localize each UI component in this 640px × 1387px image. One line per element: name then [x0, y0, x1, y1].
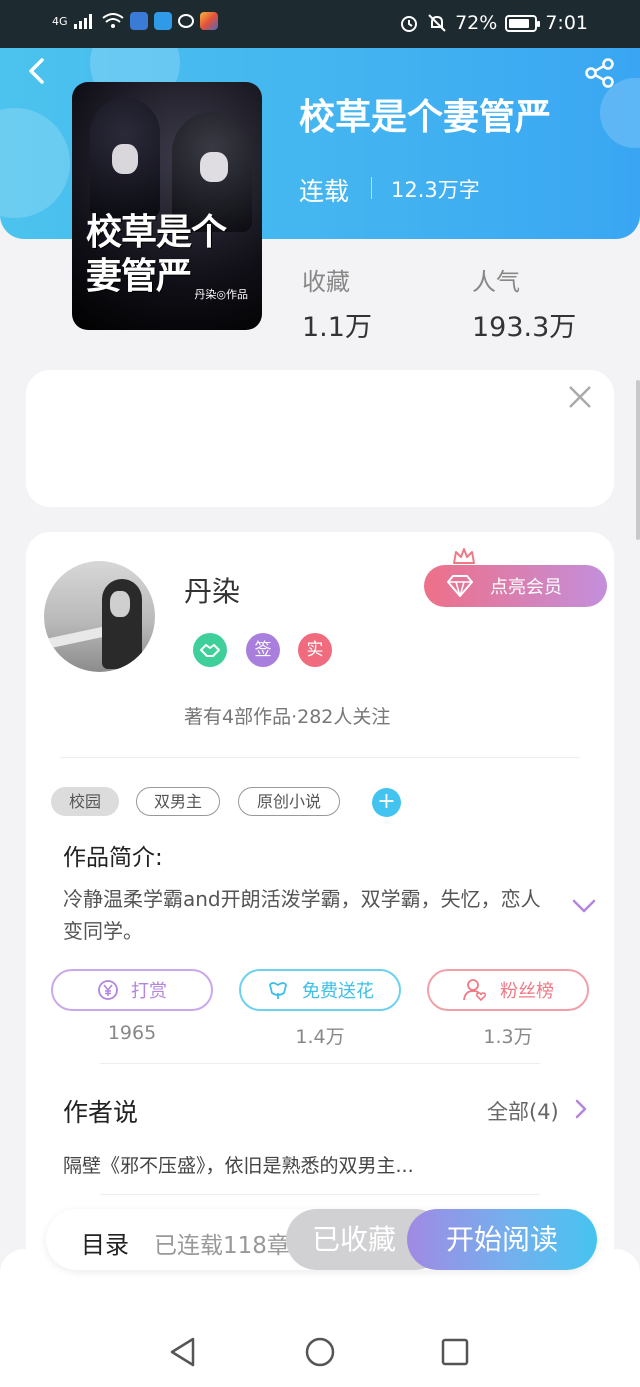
vip-label: 点亮会员	[490, 577, 562, 598]
intro-text: 冷静温柔学霸and开朗活泼学霸，双学霸，失忆，恋人变同学。	[63, 887, 541, 943]
app-bulb-icon	[129, 12, 148, 30]
diamond-icon	[447, 575, 473, 597]
yen-icon	[98, 980, 118, 1000]
circle-home-icon[interactable]	[303, 1335, 337, 1369]
back-button[interactable]	[22, 56, 52, 86]
author-says-heading: 作者说	[63, 1098, 139, 1127]
tag-bl[interactable]: 双男主	[136, 787, 220, 816]
app-search-icon	[153, 12, 172, 30]
fan-icon	[463, 979, 487, 1002]
divider	[60, 757, 580, 758]
toc-button[interactable]: 目录	[81, 1225, 129, 1260]
author-says-text[interactable]: 隔壁《邪不压盛》，依旧是熟悉的双男主...	[63, 1151, 414, 1178]
status-right: 72% 7:01	[399, 12, 588, 34]
send-flower-button[interactable]: 免费送花	[239, 969, 401, 1011]
author-stats: 著有4部作品·282人关注	[184, 706, 391, 728]
status-left: 4G	[52, 12, 218, 30]
cover-title: 校草是个妻管严	[86, 211, 227, 297]
book-cover[interactable]: 校草是个妻管严 丹染◎作品	[72, 82, 262, 330]
battery-percent: 72%	[455, 12, 498, 34]
flower-label: 免费送花	[302, 981, 374, 1002]
popularity-label: 人气	[472, 268, 520, 296]
chevron-down-icon[interactable]	[572, 898, 596, 914]
flower-count: 1.4万	[295, 1026, 345, 1048]
clock: 7:01	[545, 12, 588, 34]
vip-button[interactable]: 点亮会员	[424, 565, 607, 607]
tag-original[interactable]: 原创小说	[238, 787, 340, 816]
wechat-icon	[177, 14, 194, 28]
chapter-count[interactable]: 已连载118章	[154, 1226, 290, 1260]
verified-badge[interactable]: 实	[298, 633, 332, 667]
fan-rank-button[interactable]: 粉丝榜	[427, 969, 589, 1011]
tag-campus[interactable]: 校园	[51, 787, 119, 816]
flower-icon	[269, 982, 287, 999]
scrollbar[interactable]	[636, 380, 640, 540]
avatar[interactable]	[44, 561, 155, 672]
tip-button[interactable]: 打赏	[51, 969, 213, 1011]
triangle-back-icon[interactable]	[166, 1335, 200, 1369]
battery-icon	[505, 14, 541, 32]
status-bar: 4G 72% 7:01	[0, 0, 640, 48]
start-reading-button[interactable]: 开始阅读	[407, 1209, 597, 1270]
popularity-value: 193.3万	[472, 312, 577, 343]
app-store-icon	[199, 12, 218, 30]
author-says-all[interactable]: 全部(4)	[487, 1096, 559, 1126]
mute-icon	[428, 14, 446, 32]
chevron-right-icon[interactable]	[574, 1099, 588, 1119]
favorites-label: 收藏	[302, 268, 350, 296]
intro-heading: 作品简介:	[63, 845, 163, 871]
favorites-value: 1.1万	[302, 312, 372, 343]
fan-rank-label: 粉丝榜	[500, 981, 554, 1002]
network-type: 4G	[52, 14, 68, 28]
divider	[100, 1063, 540, 1064]
alarm-icon	[401, 16, 418, 32]
divider	[100, 1194, 540, 1195]
fan-count: 1.3万	[483, 1026, 533, 1048]
handshake-icon[interactable]	[193, 633, 227, 667]
cover-author: 丹染◎作品	[194, 288, 248, 301]
book-title: 校草是个妻管严	[299, 97, 552, 138]
ad-card	[26, 370, 614, 507]
author-name[interactable]: 丹染	[184, 570, 240, 610]
book-status: 连载	[299, 177, 350, 206]
wifi-icon	[101, 13, 124, 28]
signed-badge[interactable]: 签	[246, 633, 280, 667]
close-icon[interactable]	[567, 384, 593, 410]
word-count: 12.3万字	[391, 178, 480, 202]
square-recent-icon[interactable]	[438, 1335, 472, 1369]
tip-count: 1965	[107, 1022, 157, 1044]
status-divider	[371, 177, 372, 199]
add-tag-button[interactable]: +	[372, 788, 401, 817]
signal-icon	[73, 14, 92, 29]
share-button[interactable]	[584, 58, 616, 88]
tip-label: 打赏	[131, 981, 167, 1002]
crown-icon	[453, 548, 475, 564]
